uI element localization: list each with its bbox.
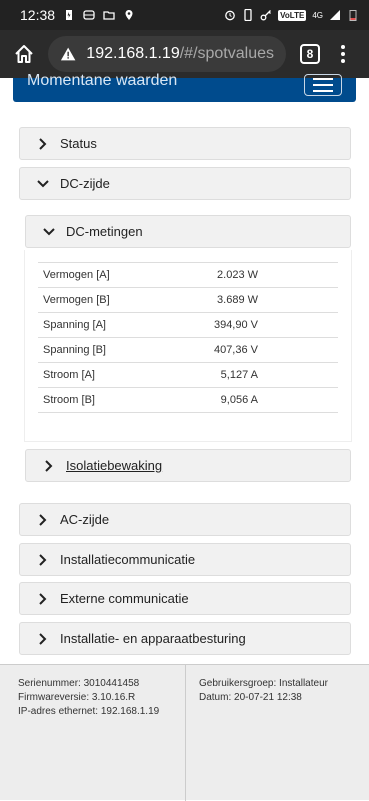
- browser-menu-button[interactable]: [338, 45, 348, 63]
- panel-insulation[interactable]: Isolatiebewaking: [25, 449, 351, 482]
- measurement-value: 394,90 V: [149, 312, 338, 338]
- panel-status-label: Status: [60, 136, 97, 151]
- measurement-label: Stroom [A]: [38, 362, 150, 388]
- measurement-value: 5,127 A: [149, 362, 338, 388]
- home-icon: [15, 45, 33, 63]
- url-host: 192.168.1.19: [86, 45, 180, 62]
- menu-dot: [341, 45, 345, 49]
- table-row: Spanning [A] 394,90 V: [38, 312, 338, 338]
- chevron-right-icon: [39, 632, 47, 645]
- footer-device-info: Serienummer: 3010441458 Firmwareversie: …: [18, 677, 159, 719]
- chevron-right-icon: [45, 459, 53, 472]
- location-icon: [125, 10, 133, 20]
- measurement-label: Spanning [B]: [38, 337, 150, 363]
- panel-dc-side-label: DC-zijde: [60, 176, 110, 191]
- status-left-icons: [63, 9, 135, 21]
- network-label: 4G: [312, 10, 323, 20]
- device-info-footer: Serienummer: 3010441458 Firmwareversie: …: [0, 664, 369, 801]
- browser-toolbar: 192.168.1.19/#/spotvalues 8: [0, 30, 369, 78]
- panel-ac-side-label: AC-zijde: [60, 512, 110, 527]
- volte-badge: VoLTE: [278, 9, 307, 21]
- battery-icon: [349, 10, 357, 21]
- alarm-icon: [225, 10, 236, 21]
- charging-icon: [66, 10, 73, 20]
- measurements-table: Vermogen [A] 2.023 W Vermogen [B] 3.689 W …: [38, 262, 338, 413]
- measurement-label: Spanning [A]: [38, 312, 150, 338]
- measurement-label: Vermogen [A]: [38, 262, 150, 288]
- table-row: Vermogen [A] 2.023 W: [38, 262, 338, 288]
- user-group: Gebruikersgroep: Installateur: [199, 678, 328, 689]
- panel-external-comm[interactable]: Externe communicatie: [19, 582, 351, 615]
- hamburger-line: [313, 84, 333, 86]
- menu-dot: [341, 52, 345, 56]
- signal-icon: [330, 10, 340, 20]
- chevron-right-icon: [39, 592, 47, 605]
- page-content: Momentane waarden Status DC-zijde DC-met…: [0, 72, 369, 801]
- table-row: Spanning [B] 407,36 V: [38, 337, 338, 363]
- panel-dc-measurements[interactable]: DC-metingen: [25, 215, 351, 248]
- home-button[interactable]: [8, 38, 40, 70]
- app-navbar: Momentane waarden: [13, 72, 356, 102]
- folder-icon: [103, 11, 115, 20]
- panel-installation-comm[interactable]: Installatiecommunicatie: [19, 543, 351, 576]
- url-path: /#/spotvalues: [179, 45, 274, 62]
- table-row: Vermogen [B] 3.689 W: [38, 287, 338, 313]
- hamburger-line: [313, 90, 333, 92]
- chevron-right-icon: [39, 513, 47, 526]
- serial-number: Serienummer: 3010441458: [18, 678, 140, 689]
- panel-installation-control[interactable]: Installatie- en apparaatbesturing: [19, 622, 351, 655]
- chevron-right-icon: [39, 137, 47, 150]
- measurement-value: 2.023 W: [149, 262, 338, 288]
- measurement-value: 9,056 A: [149, 387, 338, 413]
- navbar-title: Momentane waarden: [27, 72, 178, 89]
- measurement-value: 3.689 W: [149, 287, 338, 313]
- table-row: Stroom [A] 5,127 A: [38, 362, 338, 388]
- key-icon: [260, 10, 272, 21]
- status-bar: 12:38 VoLTE 4G: [0, 0, 369, 30]
- chevron-right-icon: [39, 553, 47, 566]
- measurement-value: 407,36 V: [149, 337, 338, 363]
- warning-icon[interactable]: [60, 46, 76, 62]
- panel-installation-control-label: Installatie- en apparaatbesturing: [60, 631, 246, 646]
- measurement-label: Vermogen [B]: [38, 287, 150, 313]
- panel-ac-side[interactable]: AC-zijde: [19, 503, 351, 536]
- chevron-down-icon: [43, 227, 55, 235]
- measurement-label: Stroom [B]: [38, 387, 150, 413]
- menu-dot: [341, 59, 345, 63]
- status-time: 12:38: [20, 7, 56, 23]
- footer-session-info: Gebruikersgroep: Installateur Datum: 20-…: [199, 677, 328, 705]
- panel-status[interactable]: Status: [19, 127, 351, 160]
- ip-address: IP-adres ethernet: 192.168.1.19: [18, 706, 160, 717]
- panel-external-comm-label: Externe communicatie: [60, 591, 189, 606]
- session-date: Datum: 20-07-21 12:38: [199, 692, 302, 703]
- hamburger-line: [313, 78, 333, 80]
- address-bar[interactable]: 192.168.1.19/#/spotvalues: [48, 36, 286, 72]
- status-right-icons: VoLTE 4G: [224, 9, 359, 21]
- table-row: Stroom [B] 9,056 A: [38, 387, 338, 413]
- tab-switcher-button[interactable]: 8: [300, 44, 320, 64]
- panel-installation-comm-label: Installatiecommunicatie: [60, 552, 196, 567]
- transit-icon: [83, 10, 95, 20]
- panel-insulation-label: Isolatiebewaking: [66, 458, 163, 473]
- panel-dc-side[interactable]: DC-zijde: [19, 167, 351, 200]
- footer-divider: [185, 665, 186, 801]
- phone-icon: [244, 9, 252, 21]
- navbar-menu-button[interactable]: [304, 74, 342, 96]
- firmware-version: Firmwareversie: 3.10.16.R: [18, 692, 136, 703]
- chevron-down-icon: [37, 179, 49, 187]
- panel-dc-measurements-label: DC-metingen: [66, 224, 143, 239]
